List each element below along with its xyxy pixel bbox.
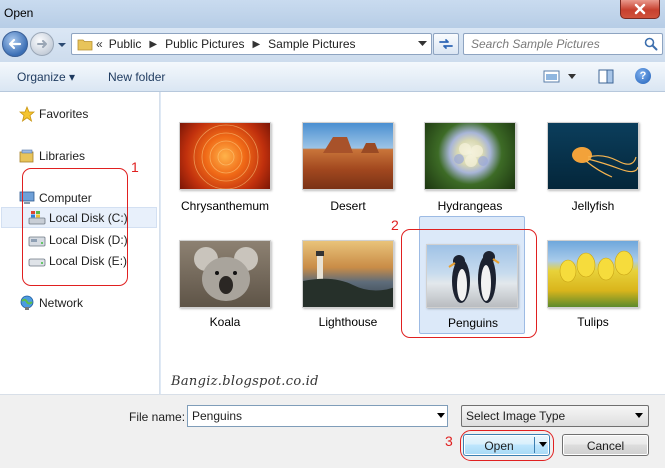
forward-arrow-icon [37,40,47,48]
nav-item-libraries[interactable]: Libraries [18,148,85,164]
thumbnail-image [179,240,271,308]
file-name: Chrysanthemum [180,199,270,213]
folder-icon [77,39,93,51]
file-name-field[interactable]: Penguins [187,405,448,427]
view-dropdown-icon[interactable] [568,74,576,79]
nav-item-favorites[interactable]: Favorites [18,106,88,122]
thumbnail-image [302,122,394,190]
new-folder-button[interactable]: New folder [108,70,165,84]
thumbnail-image [424,122,516,190]
preview-pane-icon[interactable] [598,69,614,84]
help-icon[interactable]: ? [635,68,651,84]
file-name-label: File name: [129,410,186,424]
file-item-jellyfish[interactable]: Jellyfish [541,122,645,218]
file-name: Lighthouse [318,315,378,329]
chevron-down-icon [635,413,643,418]
library-icon [18,148,36,164]
annotation-number-3: 3 [445,433,453,449]
command-bar: Organize ▾ New folder ? [0,62,665,92]
file-name-value: Penguins [192,409,243,423]
annotation-number-2: 2 [391,217,399,233]
breadcrumb: « Public ▶ Public Pictures ▶ Sample Pict… [96,37,356,51]
file-item-desert[interactable]: Desert [296,122,400,218]
back-arrow-icon [8,38,22,50]
refresh-icon [439,39,453,49]
file-item-chrysanthemum[interactable]: Chrysanthemum [173,122,277,218]
file-name: Tulips [577,315,609,329]
watermark: Bangiz.blogspot.co.id [171,374,319,389]
file-item-lighthouse[interactable]: Lighthouse [296,240,400,336]
file-name: Jellyfish [571,199,615,213]
forward-button[interactable] [30,32,54,56]
back-button[interactable] [2,31,28,57]
nav-item-network[interactable]: Network [18,295,83,311]
cancel-button[interactable]: Cancel [562,434,649,456]
address-bar[interactable]: « Public ▶ Public Pictures ▶ Sample Pict… [71,33,432,55]
annotation-box-2 [401,229,537,338]
breadcrumb-overflow[interactable]: « [96,37,103,51]
breadcrumb-separator-icon[interactable]: ▶ [252,39,260,50]
network-icon [18,295,36,311]
search-icon [644,37,658,51]
refresh-button[interactable] [433,33,459,55]
breadcrumb-public-pictures[interactable]: Public Pictures [165,37,244,51]
breadcrumb-sample-pictures[interactable]: Sample Pictures [268,37,355,51]
file-name: Koala [209,315,241,329]
nav-label: Libraries [39,149,86,163]
nav-label: Favorites [39,107,89,121]
address-row: « Public ▶ Public Pictures ▶ Sample Pict… [0,28,665,62]
annotation-box-1 [22,168,128,286]
search-placeholder: Search Sample Pictures [471,37,600,51]
breadcrumb-separator-icon[interactable]: ▶ [149,39,157,50]
close-icon [634,3,646,15]
file-type-select[interactable]: Select Image Type [461,405,649,427]
window-title: Open [4,6,34,20]
file-type-value: Select Image Type [466,409,566,423]
chevron-down-icon[interactable] [437,413,445,418]
file-item-hydrangeas[interactable]: Hydrangeas [418,122,522,218]
annotation-box-3 [460,430,554,461]
annotation-number-1: 1 [131,159,139,175]
file-item-tulips[interactable]: Tulips [541,240,645,336]
cancel-button-label: Cancel [586,439,625,453]
bottom-panel: File name: Penguins Select Image Type Op… [0,394,665,468]
star-icon [18,106,36,122]
view-icon[interactable] [543,70,561,84]
close-button[interactable] [620,0,660,19]
title-bar: Open [0,0,665,28]
file-item-koala[interactable]: Koala [173,240,277,336]
organize-menu[interactable]: Organize ▾ [17,70,75,84]
history-dropdown-icon[interactable] [56,40,68,50]
thumbnail-image [179,122,271,190]
thumbnail-image [547,122,639,190]
search-input[interactable]: Search Sample Pictures [463,33,663,55]
thumbnail-image [302,240,394,308]
file-name: Desert [330,199,366,213]
file-name: Hydrangeas [437,199,503,213]
breadcrumb-public[interactable]: Public [109,37,142,51]
nav-label: Network [39,296,84,310]
address-dropdown-icon[interactable] [418,41,427,47]
thumbnail-image [547,240,639,308]
